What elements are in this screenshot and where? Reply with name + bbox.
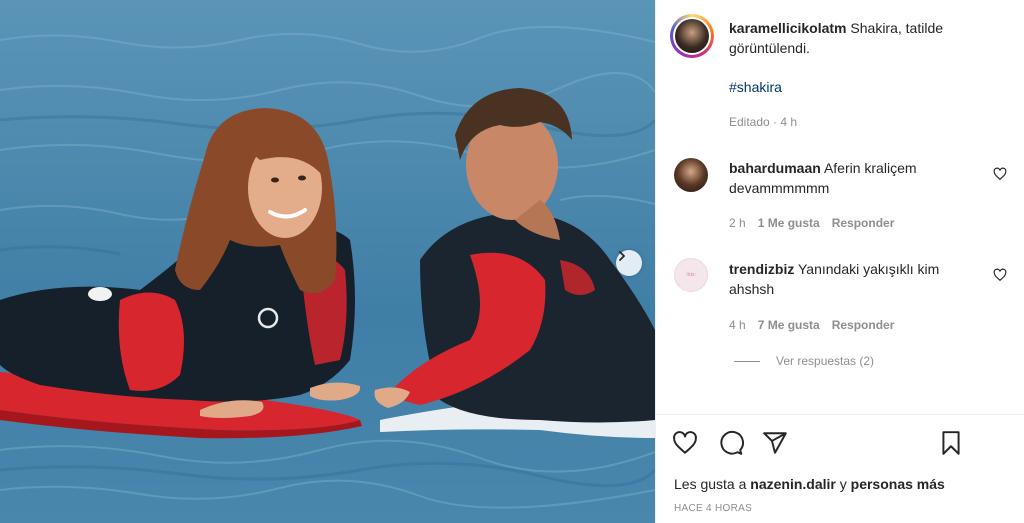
hashtag-link[interactable]: #shakira (729, 79, 782, 95)
likes-prefix: Les gusta a (674, 476, 747, 492)
comment-reply-button[interactable]: Responder (832, 318, 895, 332)
likes-summary: Les gusta a nazenin.dalir y personas más (674, 476, 945, 492)
author-username[interactable]: karamellicikolatm (729, 20, 847, 36)
likes-user-link[interactable]: nazenin.dalir (750, 476, 836, 492)
edited-dot: · (773, 115, 778, 129)
next-photo-button[interactable] (616, 250, 642, 276)
view-replies-label[interactable]: Ver respuestas (2) (776, 354, 874, 368)
comment-icon[interactable] (718, 430, 744, 456)
comment-time[interactable]: 4 h (729, 318, 746, 332)
share-icon[interactable] (762, 430, 788, 456)
edited-indicator: Editado · 4 h (729, 115, 797, 129)
post-caption: karamellicikolatm Shakira, tatilde görün… (729, 18, 1009, 58)
comment-meta: 4 h 7 Me gusta Responder (729, 318, 894, 332)
comment-item: bahardumaan Aferin kraliçem devammmmmm (729, 158, 984, 198)
likes-others-link[interactable]: personas más (851, 476, 945, 492)
post-details-panel: karamellicikolatm Shakira, tatilde görün… (655, 0, 1024, 523)
actions-divider (656, 414, 1024, 415)
author-avatar[interactable] (670, 14, 714, 58)
chevron-right-icon (619, 251, 625, 261)
post-timestamp[interactable]: HACE 4 HORAS (674, 503, 752, 514)
edited-time: 4 h (780, 115, 798, 129)
comment-like-icon[interactable] (993, 268, 1007, 282)
photo-illustration (0, 25, 655, 509)
replies-divider-line (734, 360, 760, 362)
post-photo[interactable] (0, 0, 655, 523)
view-replies-button[interactable]: Ver respuestas (2) (734, 354, 874, 368)
comment-username[interactable]: trendizbiz (729, 261, 794, 277)
comment-like-icon[interactable] (993, 167, 1007, 181)
likes-and: y (839, 476, 847, 492)
comment-username[interactable]: bahardumaan (729, 160, 821, 176)
comment-likes[interactable]: 7 Me gusta (758, 318, 820, 332)
heart-icon[interactable] (672, 430, 698, 456)
bookmark-icon[interactable] (938, 430, 964, 456)
comment-time[interactable]: 2 h (729, 216, 746, 230)
brand-logo-text: ·biz· (685, 272, 697, 278)
commenter-avatar[interactable]: ·biz· (674, 258, 708, 292)
comment-meta: 2 h 1 Me gusta Responder (729, 216, 894, 230)
comment-likes[interactable]: 1 Me gusta (758, 216, 820, 230)
edited-label: Editado (729, 115, 770, 129)
comment-reply-button[interactable]: Responder (832, 216, 895, 230)
comment-item: trendizbiz Yanındaki yakışıklı kim ahshs… (729, 259, 984, 299)
commenter-avatar[interactable] (674, 158, 708, 192)
